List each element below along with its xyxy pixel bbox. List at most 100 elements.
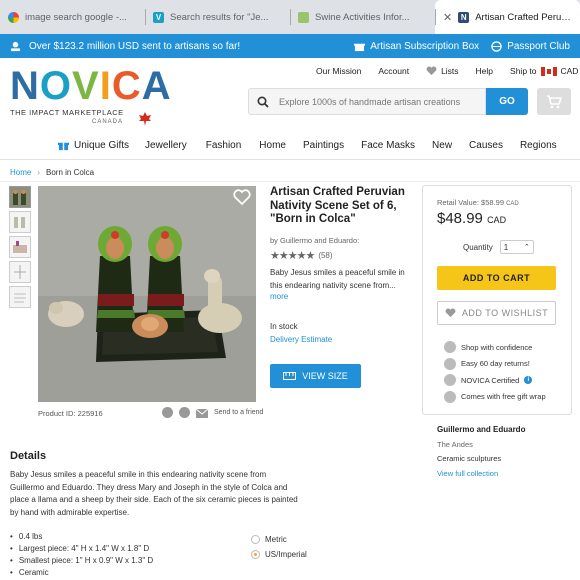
feature-text: Shop with confidence xyxy=(461,342,533,352)
view-full-collection-link[interactable]: View full collection xyxy=(437,467,525,482)
logo-n: N xyxy=(10,64,40,108)
spec-item: 0.4 lbs xyxy=(10,531,153,543)
tab-title: Artisan Crafted Peruvi... xyxy=(475,11,572,23)
browser-tab-novica[interactable]: ✕ N Artisan Crafted Peruvi... xyxy=(435,0,580,34)
browser-tab-swine[interactable]: Swine Activities Infor... xyxy=(290,0,435,34)
thumbnail-5[interactable] xyxy=(9,286,31,308)
nav-regions[interactable]: Regions xyxy=(520,140,557,151)
feature-item: NOVICA Certified i xyxy=(444,372,546,389)
logo-wordmark: NOVICA xyxy=(10,64,171,108)
heart-icon xyxy=(445,308,456,318)
lists-label: Lists xyxy=(441,66,459,76)
info-icon[interactable]: i xyxy=(524,376,533,385)
main-navigation: Unique Gifts Jewellery Fashion Home Pain… xyxy=(58,140,557,151)
artist-link[interactable]: Guillermo and Eduardo: xyxy=(280,236,359,245)
nav-jewellery[interactable]: Jewellery xyxy=(145,140,187,151)
quantity-select[interactable]: 1 ⌃ xyxy=(499,240,534,254)
artist-category: Ceramic sculptures xyxy=(437,454,502,463)
pinterest-icon[interactable] xyxy=(179,407,190,418)
send-to-friend-link[interactable]: Send to a friend xyxy=(214,409,263,416)
quantity-label: Quantity xyxy=(463,242,493,252)
browser-tab-search-results[interactable]: V Search results for "Je... xyxy=(145,0,290,34)
account-links: Our Mission Account Lists Help Ship to C… xyxy=(316,66,578,76)
thumbnail-2[interactable] xyxy=(9,211,31,233)
artist-box: Guillermo and Eduardo The Andes Ceramic … xyxy=(437,423,525,481)
search-bar xyxy=(248,88,486,115)
favorite-heart-icon[interactable] xyxy=(233,188,251,206)
unit-radio-metric[interactable]: Metric xyxy=(251,532,307,547)
spec-item: Ceramic xyxy=(10,567,153,579)
artist-name[interactable]: Guillermo and Eduardo xyxy=(437,423,525,438)
cart-button[interactable] xyxy=(537,88,571,115)
nav-divider xyxy=(0,159,580,160)
nav-label: Unique Gifts xyxy=(74,140,130,151)
novica-logo[interactable]: NOVICA THE IMPACT MARKETPLACE CANADA xyxy=(10,64,171,130)
nav-new[interactable]: New xyxy=(432,140,452,151)
currency-label: CAD xyxy=(560,66,579,76)
account-link[interactable]: Account xyxy=(378,66,409,76)
details-heading: Details xyxy=(10,450,47,462)
gift-box-icon xyxy=(354,43,366,51)
hand-money-icon xyxy=(10,41,21,51)
view-size-label: VIEW SIZE xyxy=(302,371,348,381)
feature-item: Shop with confidence xyxy=(444,339,546,356)
help-link[interactable]: Help xyxy=(476,66,493,76)
feature-text: Easy 60 day returns! xyxy=(461,359,530,369)
add-to-wishlist-button[interactable]: ADD TO WISHLIST xyxy=(437,301,556,325)
stock-status: In stock xyxy=(270,322,298,331)
star-rating-icons: ★★★★★ xyxy=(270,250,315,262)
email-share-icon[interactable] xyxy=(196,407,208,418)
nav-unique-gifts[interactable]: Unique Gifts xyxy=(58,140,129,151)
breadcrumb-home[interactable]: Home xyxy=(10,168,31,177)
close-tab-icon[interactable]: ✕ xyxy=(443,11,452,24)
lock-icon xyxy=(444,341,456,354)
check-icon xyxy=(444,374,456,387)
view-size-button[interactable]: VIEW SIZE xyxy=(270,364,361,388)
breadcrumb-current: Born in Colca xyxy=(46,168,95,177)
nav-home[interactable]: Home xyxy=(259,140,286,151)
facebook-icon[interactable] xyxy=(162,407,173,418)
our-mission-link[interactable]: Our Mission xyxy=(316,66,361,76)
quantity-control: Quantity 1 ⌃ xyxy=(463,240,534,254)
nav-fashion[interactable]: Fashion xyxy=(206,140,242,151)
add-to-cart-button[interactable]: ADD TO CART xyxy=(437,266,556,290)
feature-text: NOVICA Certified xyxy=(461,375,520,385)
breadcrumb: Home › Born in Colca xyxy=(10,168,94,177)
search-input[interactable] xyxy=(279,96,469,107)
logo-o: O xyxy=(39,64,73,108)
product-title: Artisan Crafted Peruvian Nativity Scene … xyxy=(270,186,405,225)
maple-leaf-icon xyxy=(139,112,151,126)
ship-to-selector[interactable]: Ship to CAD xyxy=(510,66,578,76)
radio-button-selected xyxy=(251,550,260,559)
logo-a: A xyxy=(141,64,172,108)
spec-item: Largest piece: 4" H x 1.4" W x 1.8" D xyxy=(10,543,153,555)
nav-paintings[interactable]: Paintings xyxy=(303,140,344,151)
feature-item: Comes with free gift wrap xyxy=(444,389,546,406)
purchase-features: Shop with confidence Easy 60 day returns… xyxy=(444,339,546,405)
promo-message: Over $123.2 million USD sent to artisans… xyxy=(29,40,241,52)
more-link[interactable]: more xyxy=(270,292,288,301)
feature-text: Comes with free gift wrap xyxy=(461,392,546,402)
subscription-box-link[interactable]: Artisan Subscription Box xyxy=(354,41,479,52)
thumbnail-1[interactable] xyxy=(9,186,31,208)
delivery-estimate-link[interactable]: Delivery Estimate xyxy=(270,335,332,344)
wishlist-label: ADD TO WISHLIST xyxy=(461,308,549,318)
passport-club-link[interactable]: Passport Club xyxy=(491,41,570,52)
browser-tab-google[interactable]: image search google -... xyxy=(0,0,145,34)
thumbnail-4[interactable] xyxy=(9,261,31,283)
lists-link[interactable]: Lists xyxy=(426,66,459,76)
unit-radio-imperial[interactable]: US/Imperial xyxy=(251,547,307,562)
image-thumbnails xyxy=(9,186,33,311)
subscription-label: Artisan Subscription Box xyxy=(370,40,480,52)
short-description: Baby Jesus smiles a peaceful smile in th… xyxy=(270,268,405,290)
gift-icon xyxy=(58,142,69,151)
thumbnail-3[interactable] xyxy=(9,236,31,258)
nav-causes[interactable]: Causes xyxy=(469,140,503,151)
product-main-image[interactable] xyxy=(38,186,256,402)
site-v-icon: V xyxy=(153,11,164,23)
site-swine-icon xyxy=(298,11,309,23)
search-go-button[interactable]: GO xyxy=(486,88,528,115)
nav-face-masks[interactable]: Face Masks xyxy=(361,140,415,151)
logo-c: C xyxy=(111,64,142,108)
product-rating[interactable]: ★★★★★ (58) xyxy=(270,249,333,262)
